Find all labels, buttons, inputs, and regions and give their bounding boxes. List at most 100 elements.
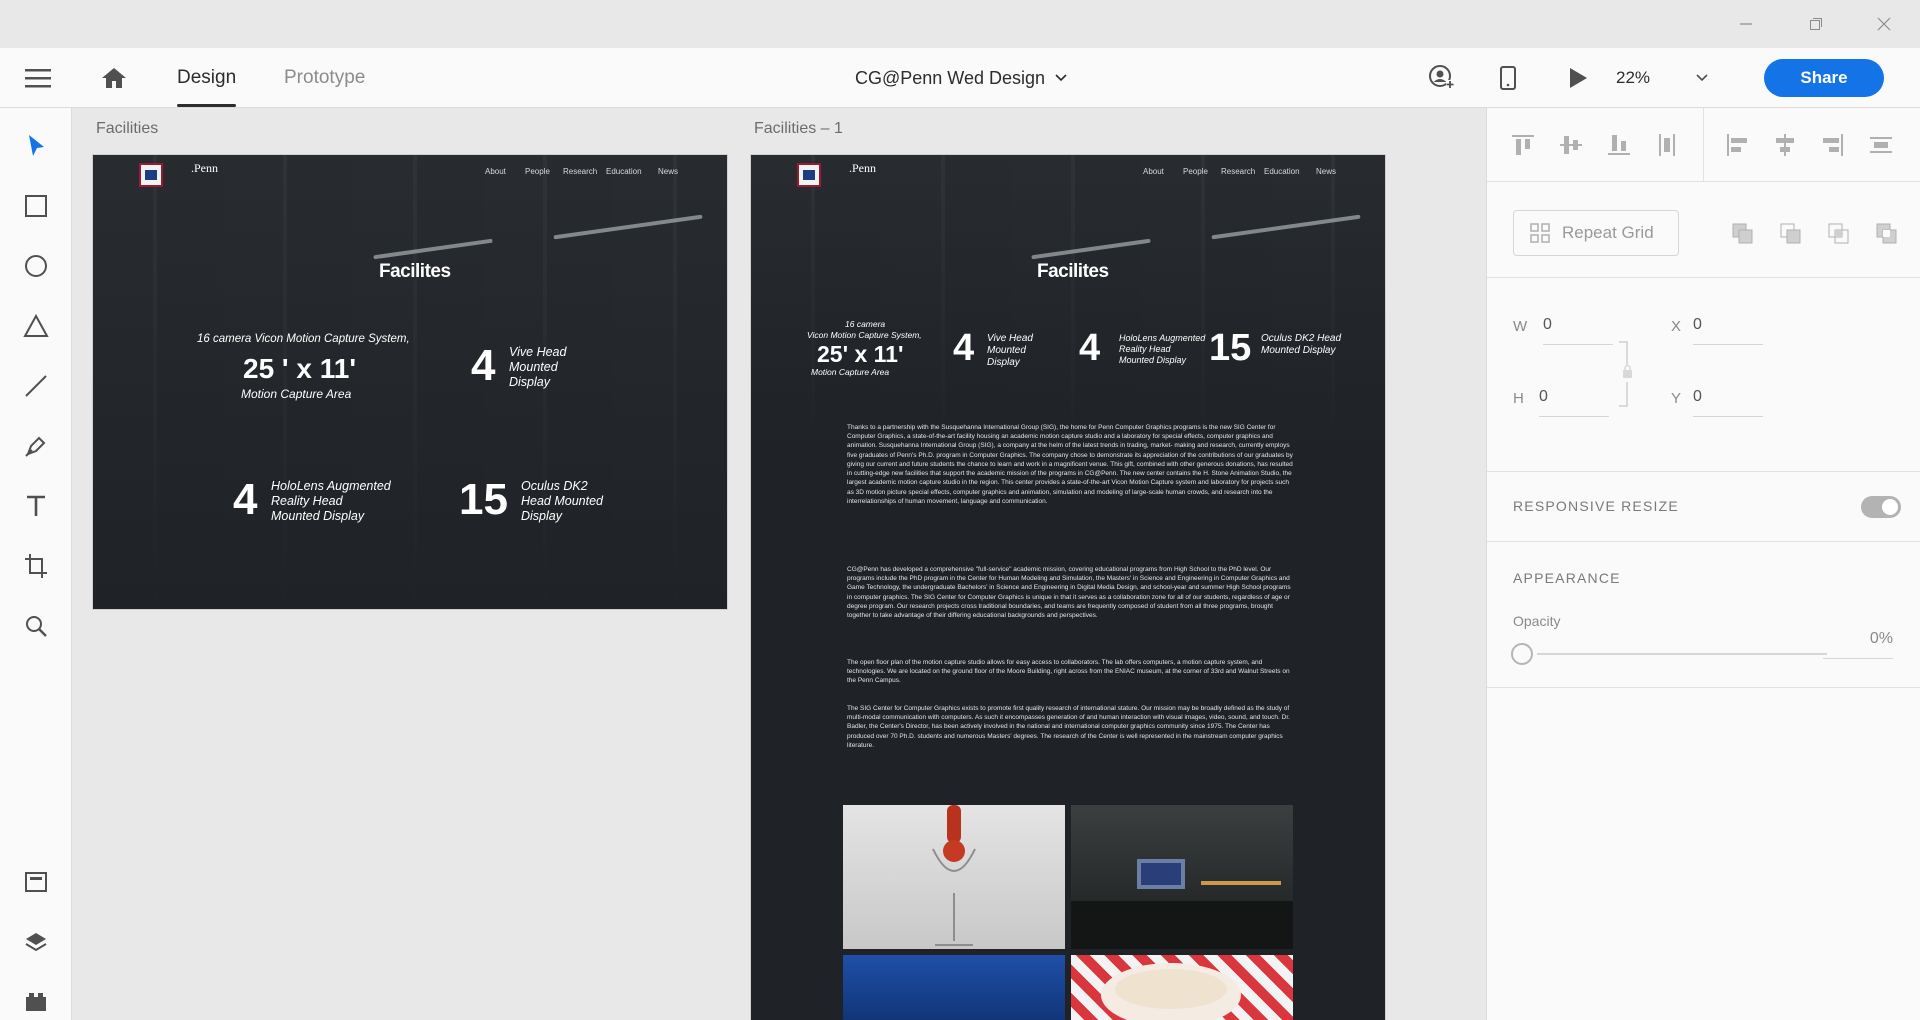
hero-background-image <box>751 155 1385 455</box>
repeat-grid-button[interactable]: Repeat Grid <box>1513 210 1679 256</box>
close-icon[interactable] <box>1860 0 1908 48</box>
rectangle-tool-icon[interactable] <box>18 188 54 224</box>
height-label: H <box>1513 390 1524 407</box>
penn-logo <box>139 163 163 187</box>
design-canvas[interactable]: Facilities .Penn About People Research E… <box>72 108 1486 1020</box>
lock-aspect-icon[interactable] <box>1617 340 1639 408</box>
width-input[interactable]: 0 <box>1543 316 1613 345</box>
align-center-icon[interactable] <box>1771 131 1799 159</box>
align-left-icon[interactable] <box>1723 131 1751 159</box>
zoom-value: 22% <box>1616 68 1651 87</box>
vive-count: 4 <box>953 327 975 369</box>
gallery-image-cup <box>1071 955 1293 1020</box>
height-input[interactable]: 0 <box>1539 388 1609 417</box>
tab-prototype[interactable]: Prototype <box>284 48 365 108</box>
assets-panel-icon[interactable] <box>18 864 54 900</box>
share-user-icon[interactable] <box>1426 48 1458 108</box>
boolean-exclude-icon[interactable] <box>1873 220 1901 248</box>
select-tool-icon[interactable] <box>18 128 54 164</box>
opacity-input[interactable]: 0% <box>1823 630 1893 659</box>
minimize-icon[interactable] <box>1722 0 1770 48</box>
appearance-heading: APPEARANCE <box>1513 570 1621 586</box>
polygon-tool-icon[interactable] <box>18 308 54 344</box>
artboard-label[interactable]: Facilities – 1 <box>754 120 843 138</box>
plugins-icon[interactable] <box>18 984 54 1020</box>
boolean-intersect-icon[interactable] <box>1825 220 1853 248</box>
mobile-preview-icon[interactable] <box>1492 48 1524 108</box>
artboard-facilities[interactable]: .Penn About People Research Education Ne… <box>92 154 728 610</box>
nav-news: News <box>1316 167 1337 176</box>
align-top-icon[interactable] <box>1509 131 1537 159</box>
app-header: Design Prototype CG@Penn Wed Design 22% <box>0 48 1920 108</box>
window-title-bar <box>0 0 1920 48</box>
divider <box>1703 108 1704 182</box>
responsive-resize-label: RESPONSIVE RESIZE <box>1513 498 1679 514</box>
responsive-resize-toggle[interactable] <box>1861 496 1901 518</box>
oculus-count: 15 <box>1209 327 1252 369</box>
tab-design[interactable]: Design <box>177 48 237 108</box>
opacity-slider-track[interactable] <box>1537 653 1827 655</box>
align-bottom-icon[interactable] <box>1605 131 1633 159</box>
zoom-select[interactable]: 22% <box>1616 48 1708 108</box>
align-middle-icon[interactable] <box>1557 131 1585 159</box>
y-input[interactable]: 0 <box>1693 388 1763 417</box>
nav-people: People <box>525 167 550 176</box>
gallery-image-glass <box>843 805 1065 949</box>
section-title: Facilites <box>1037 261 1109 282</box>
gallery-image-blue-room <box>843 955 1065 1020</box>
document-title[interactable]: CG@Penn Wed Design <box>855 48 1067 108</box>
mocap-caption: Motion Capture Area <box>811 367 890 377</box>
hololens-count: 4 <box>1079 327 1101 369</box>
restore-icon[interactable] <box>1792 0 1840 48</box>
section-title: Facilites <box>379 261 451 282</box>
mocap-description: 16 camera <box>845 319 886 329</box>
hololens-count: 4 <box>233 475 258 524</box>
layers-icon[interactable] <box>18 924 54 960</box>
mocap-description-2: Vicon Motion Capture System, <box>807 330 922 340</box>
distribute-horizontal-icon[interactable] <box>1867 131 1895 159</box>
nav-about: About <box>485 167 506 176</box>
nav-education: Education <box>1264 167 1300 176</box>
home-icon[interactable] <box>94 48 134 108</box>
mocap-size: 25 ' x 11' <box>243 353 356 384</box>
mocap-description: 16 camera Vicon Motion Capture System, <box>197 333 410 345</box>
line-tool-icon[interactable] <box>18 368 54 404</box>
width-label: W <box>1513 318 1528 335</box>
share-button[interactable]: Share <box>1764 59 1884 97</box>
chevron-down-icon <box>1696 74 1708 82</box>
x-input[interactable]: 0 <box>1693 316 1763 345</box>
vive-label: Vive Head Mounted Display <box>509 345 567 389</box>
text-tool-icon[interactable] <box>18 488 54 524</box>
grid-icon <box>1530 223 1550 243</box>
transform-section <box>1487 278 1920 472</box>
ellipse-tool-icon[interactable] <box>18 248 54 284</box>
boolean-add-icon[interactable] <box>1729 220 1757 248</box>
artboard-label[interactable]: Facilities <box>96 120 158 138</box>
mocap-caption: Motion Capture Area <box>241 387 352 401</box>
hololens-label: HoloLens Augmented Reality Head Mounted … <box>1119 333 1206 365</box>
pen-tool-icon[interactable] <box>18 428 54 464</box>
hololens-label: HoloLens Augmented Reality Head Mounted … <box>271 479 391 523</box>
nav-research: Research <box>563 167 598 176</box>
align-right-icon[interactable] <box>1819 131 1847 159</box>
opacity-label: Opacity <box>1513 613 1561 629</box>
body-paragraph: Thanks to a partnership with the Susqueh… <box>847 424 1293 505</box>
distribute-vertical-icon[interactable] <box>1653 131 1681 159</box>
property-inspector: Repeat Grid W 0 X 0 H 0 Y 0 RESPONSIVE R… <box>1486 108 1920 1020</box>
tools-toolbar <box>0 108 72 1020</box>
oculus-label: Oculus DK2 Head Mounted Display <box>521 479 604 523</box>
boolean-subtract-icon[interactable] <box>1777 220 1805 248</box>
brand-name: .Penn <box>191 161 218 175</box>
nav-people: People <box>1183 167 1208 176</box>
y-label: Y <box>1671 390 1682 407</box>
hamburger-menu-icon[interactable] <box>18 48 58 108</box>
body-paragraph: The open floor plan of the motion captur… <box>847 659 1290 685</box>
artboard-tool-icon[interactable] <box>18 548 54 584</box>
artboard-facilities-1[interactable]: .Penn About People Research Education Ne… <box>750 154 1386 1020</box>
zoom-tool-icon[interactable] <box>18 608 54 644</box>
repeat-grid-label: Repeat Grid <box>1562 223 1654 242</box>
gallery-image-studio <box>1071 805 1293 949</box>
opacity-slider-handle[interactable] <box>1511 643 1533 665</box>
play-icon[interactable] <box>1562 48 1594 108</box>
hero-background-image <box>93 155 727 609</box>
